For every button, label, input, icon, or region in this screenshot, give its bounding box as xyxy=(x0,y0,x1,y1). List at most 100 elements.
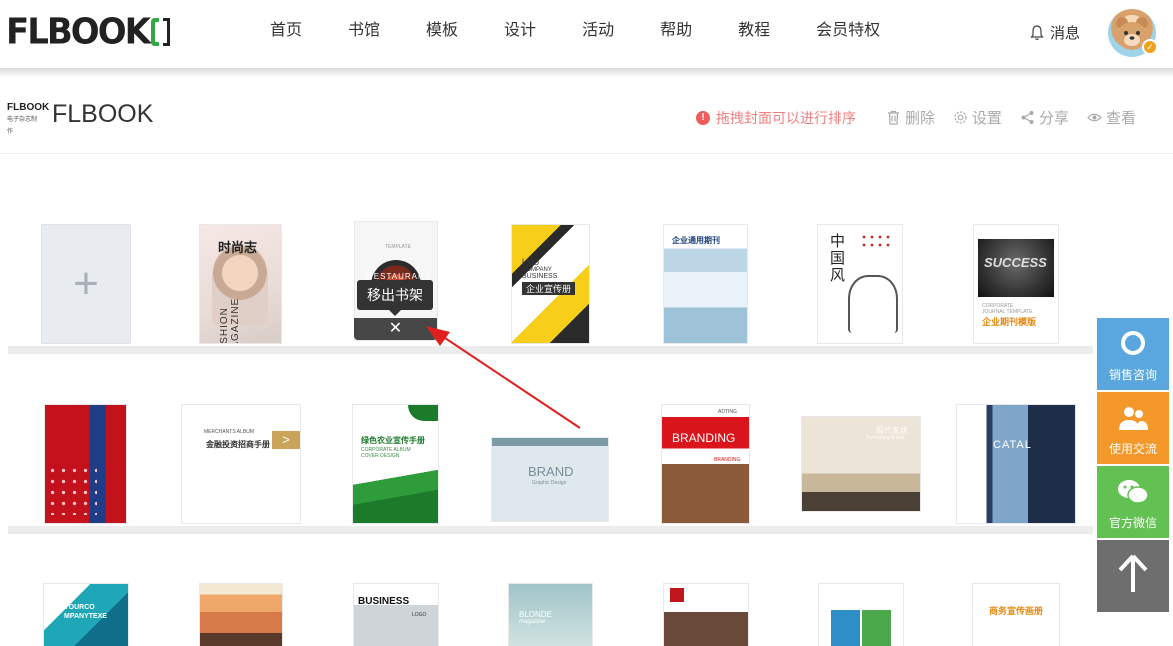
cover-tiny-label: TEMPLATE xyxy=(385,244,412,250)
close-icon: ✕ xyxy=(388,320,403,337)
users-icon xyxy=(1119,407,1148,430)
cover-title: BLONDE xyxy=(519,610,552,619)
plus-icon: + xyxy=(73,259,99,308)
logo-mark-icon xyxy=(150,16,173,48)
book-cover-red-floral[interactable] xyxy=(45,405,126,523)
cover-l1: MERCHANTS ALBUM xyxy=(204,429,255,435)
community-button[interactable]: 使用交流 xyxy=(1097,392,1169,464)
cover-title: 企业通用期刊 xyxy=(672,236,720,245)
book-cover-modern-home[interactable]: 现代家居 Furnishing Brand xyxy=(802,417,920,511)
share-icon xyxy=(1021,111,1034,124)
book-cover-business-album[interactable]: 商务宣传画册 xyxy=(973,584,1059,646)
messages-link[interactable]: 消息 xyxy=(1030,22,1080,43)
logo-text: FLBOOK xyxy=(6,11,151,53)
user-avatar[interactable]: ✓ xyxy=(1108,9,1158,57)
cover-subtitle: FASHION MAGAZINE xyxy=(219,297,241,343)
cover-blossoms xyxy=(47,465,97,515)
cover-sub3: 企业期刊模版 xyxy=(982,317,1037,327)
remove-from-shelf-tooltip: 移出书架 xyxy=(357,280,433,316)
share-label: 分享 xyxy=(1039,110,1070,127)
cover-ink-art xyxy=(848,275,898,333)
nav-templates[interactable]: 模板 xyxy=(426,20,458,42)
delete-button[interactable]: 删除 xyxy=(886,107,935,128)
warning-icon: ! xyxy=(696,111,710,125)
messages-label: 消息 xyxy=(1050,25,1081,42)
shelf-row-2 xyxy=(8,526,1093,534)
book-cover-merchants-album[interactable]: MERCHANTS ALBUM 金融投资招商手册 > xyxy=(182,405,300,523)
book-cover-sunset[interactable] xyxy=(200,584,282,646)
wechat-button[interactable]: 官方微信 xyxy=(1097,466,1169,538)
cover-title: 商务宣传画册 xyxy=(989,606,1044,616)
nav-home[interactable]: 首页 xyxy=(270,20,302,42)
trash-icon xyxy=(888,110,899,125)
settings-label: 设置 xyxy=(972,110,1003,127)
book-cover-yourco[interactable]: YOURCO MPANYTEXE xyxy=(44,584,128,646)
annotation-arrow-icon xyxy=(426,326,581,429)
sort-tip: ! 拖拽封面可以进行排序 xyxy=(696,108,856,128)
share-button[interactable]: 分享 xyxy=(1020,107,1069,128)
book-cover-success-journal[interactable]: SUCCESS CORPORATE JOURNAL TEMPLATE 企业期刊模… xyxy=(974,225,1058,343)
top-navbar: FLBOOK 首页 书馆 模板 设计 活动 帮助 教程 会员特权 消息 ✓ xyxy=(0,0,1173,68)
cover-business: BUSINESS xyxy=(522,273,558,280)
shelf-header: FLBOOK 电子杂志制作 FLBOOK ! 拖拽封面可以进行排序 删除 设置 … xyxy=(0,90,1173,154)
sales-consult-button[interactable]: 销售咨询 xyxy=(1097,318,1169,390)
view-label: 查看 xyxy=(1106,110,1137,127)
book-cover-corporate-journal[interactable]: 企业通用期刊 xyxy=(664,225,747,343)
cover-title: 金融投资招商手册 xyxy=(206,440,270,449)
gear-icon xyxy=(954,111,967,124)
wechat-label: 官方微信 xyxy=(1108,516,1157,530)
cover-logo: logo xyxy=(522,257,540,267)
bell-icon xyxy=(1030,24,1044,40)
nav-vip[interactable]: 会员特权 xyxy=(816,20,880,42)
nav-events[interactable]: 活动 xyxy=(582,20,614,42)
nav-tutorials[interactable]: 教程 xyxy=(738,20,770,42)
cover-title: BRAND xyxy=(528,464,574,479)
nav-library[interactable]: 书馆 xyxy=(348,20,380,42)
cover-title: BUSINESS xyxy=(358,596,410,607)
main-nav: 首页 书馆 模板 设计 活动 帮助 教程 会员特权 xyxy=(270,20,926,42)
shelf-logo: FLBOOK 电子杂志制作 xyxy=(7,102,49,135)
cover-title: YOURCO xyxy=(64,604,95,611)
cover-l2: MPANYTEXE xyxy=(64,613,108,620)
add-book-button[interactable]: + xyxy=(41,224,131,344)
flbook-logo[interactable]: FLBOOK xyxy=(6,11,173,53)
cover-l3: BRANDING xyxy=(714,457,741,463)
nav-help[interactable]: 帮助 xyxy=(660,20,692,42)
shelf-title: FLBOOK xyxy=(52,100,154,128)
book-cover-chinese-style[interactable]: 中国风 xyxy=(818,225,902,343)
settings-button[interactable]: 设置 xyxy=(953,107,1002,128)
cover-plum-blossom xyxy=(860,233,890,249)
back-to-top-button[interactable] xyxy=(1097,540,1169,612)
book-cover-party[interactable] xyxy=(664,584,748,646)
nav-design[interactable]: 设计 xyxy=(504,20,536,42)
book-cover-brand-graphic[interactable]: BRAND Graphic Design xyxy=(492,438,608,521)
party-emblem-icon xyxy=(670,588,684,602)
cover-title: 企业宣传册 xyxy=(522,282,576,295)
book-cover-catalog[interactable]: CATAL xyxy=(957,405,1075,523)
cover-chevron-icon: > xyxy=(272,431,300,449)
cover-title: 中国风 xyxy=(830,232,846,284)
delete-label: 删除 xyxy=(905,110,936,127)
book-cover-branding-red[interactable]: ADTING BRANDING BRANDING xyxy=(662,405,749,523)
cover-corner xyxy=(408,405,438,421)
cover-l2: Graphic Design xyxy=(532,480,567,486)
cover-l2: LOGO xyxy=(412,612,427,618)
shelf-logo-text: FLBOOK xyxy=(7,102,50,113)
book-cover-business[interactable]: BUSINESS LOGO xyxy=(354,584,438,646)
cover-l2: magazine xyxy=(519,619,546,625)
cover-photo-grid xyxy=(831,610,891,646)
navbar-shadow xyxy=(0,68,1173,78)
book-cover-fashion[interactable]: 时尚志 FASHION MAGAZINE xyxy=(200,225,281,343)
wechat-icon xyxy=(1118,480,1149,504)
book-cover-blonde-magazine[interactable]: BLONDE magazine xyxy=(509,584,592,646)
cover-l2: Furnishing Brand xyxy=(866,435,905,441)
eye-icon xyxy=(1087,113,1102,122)
headset-icon xyxy=(1121,331,1145,355)
view-button[interactable]: 查看 xyxy=(1087,107,1136,128)
book-cover-landscape[interactable] xyxy=(819,584,903,646)
cover-title: CATAL xyxy=(993,439,1032,451)
vip-badge-icon: ✓ xyxy=(1142,39,1158,55)
book-cover-green-agriculture[interactable]: 绿色农业宣传手册 CORPORATE ALBUM COVER DESIGN xyxy=(353,405,438,523)
sort-tip-text: 拖拽封面可以进行排序 xyxy=(716,110,856,126)
cover-l1: ADTING xyxy=(718,409,737,415)
